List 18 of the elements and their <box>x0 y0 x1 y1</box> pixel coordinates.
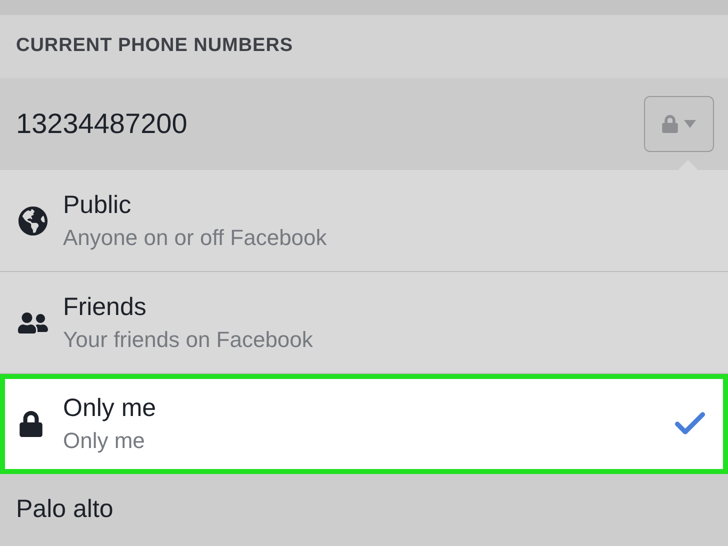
caret-icon <box>684 120 696 128</box>
location-text: Palo alto <box>16 494 114 526</box>
phone-number: 13234487200 <box>16 107 188 141</box>
option-title: Friends <box>63 292 148 322</box>
option-subtitle: Your friends on Facebook <box>63 326 314 354</box>
globe-icon <box>18 206 48 236</box>
privacy-option[interactable]: Public Anyone on or off Facebook <box>0 170 728 272</box>
privacy-option[interactable]: Friends Your friends on Facebook <box>0 272 728 374</box>
option-subtitle: Anyone on or off Facebook <box>63 224 328 252</box>
lock-icon <box>18 411 44 437</box>
people-icon <box>18 310 48 334</box>
section-header: CURRENT PHONE NUMBERS <box>16 34 294 58</box>
privacy-dropdown-button[interactable] <box>644 96 714 152</box>
option-title: Only me <box>63 393 158 424</box>
option-subtitle: Only me <box>63 427 146 455</box>
lock-icon <box>662 115 678 133</box>
option-title: Public <box>63 190 132 220</box>
privacy-option[interactable]: Only me Only me <box>0 374 728 474</box>
